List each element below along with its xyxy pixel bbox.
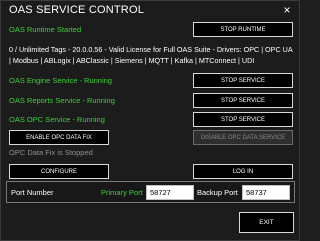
log-in-button[interactable]: LOG IN	[193, 164, 293, 179]
disable-opc-data-service-button[interactable]: DISABLE OPC DATA SERVICE	[193, 130, 293, 145]
stop-runtime-label: STOP RUNTIME	[220, 26, 266, 33]
backup-port-label: Backup Port	[197, 188, 238, 197]
stop-opc-service-label: STOP SERVICE	[220, 116, 266, 123]
stop-opc-service-button[interactable]: STOP SERVICE	[193, 112, 293, 127]
log-in-label: LOG IN	[232, 168, 254, 175]
enable-opc-data-fix-label: ENABLE OPC DATA FIX	[26, 134, 92, 141]
engine-service-status: OAS Engine Service - Running	[9, 76, 112, 85]
primary-port-label: Primary Port	[101, 188, 143, 197]
close-icon[interactable]: ×	[279, 2, 295, 18]
disable-opc-data-service-label: DISABLE OPC DATA SERVICE	[200, 134, 286, 141]
enable-opc-data-fix-button[interactable]: ENABLE OPC DATA FIX	[9, 130, 109, 145]
opc-data-fix-status: OPC Data Fix is Stopped	[9, 148, 93, 157]
service-control-window: OAS SERVICE CONTROL × OAS Runtime Starte…	[0, 0, 300, 241]
reports-service-status: OAS Reports Service - Running	[9, 96, 115, 105]
stop-engine-service-button[interactable]: STOP SERVICE	[193, 73, 293, 88]
title-bar: OAS SERVICE CONTROL ×	[1, 1, 299, 20]
stop-reports-service-label: STOP SERVICE	[220, 97, 266, 104]
opc-service-status: OAS OPC Service - Running	[9, 115, 105, 124]
port-number-label: Port Number	[11, 188, 54, 197]
window-title: OAS SERVICE CONTROL	[9, 4, 145, 16]
runtime-status: OAS Runtime Started	[9, 25, 82, 34]
stop-runtime-button[interactable]: STOP RUNTIME	[193, 22, 293, 37]
primary-port-input[interactable]	[146, 185, 194, 200]
license-info: 0 / Unlimited Tags - 20.0.0.56 - Valid L…	[9, 45, 293, 65]
exit-button[interactable]: EXIT	[239, 212, 294, 233]
exit-label: EXIT	[259, 219, 274, 226]
backup-port-input[interactable]	[242, 185, 290, 200]
stop-engine-service-label: STOP SERVICE	[220, 77, 266, 84]
stop-reports-service-button[interactable]: STOP SERVICE	[193, 93, 293, 108]
configure-button[interactable]: CONFIGURE	[9, 164, 109, 179]
configure-label: CONFIGURE	[41, 168, 77, 175]
port-number-panel: Port Number Primary Port Backup Port	[6, 181, 295, 203]
